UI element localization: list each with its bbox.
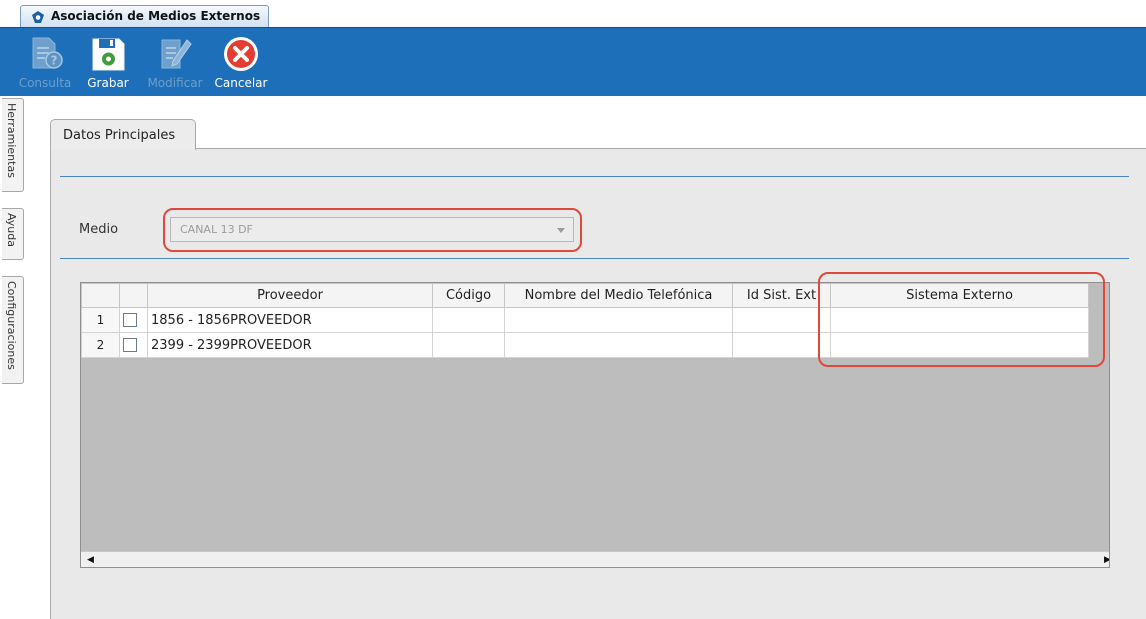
side-tab-herramientas[interactable]: Herramientas [2, 98, 24, 192]
cancelar-button[interactable]: Cancelar [211, 34, 271, 90]
cancelar-label: Cancelar [214, 76, 268, 90]
nombre-medio-cell[interactable] [504, 307, 733, 333]
table-header-row: Proveedor Código Nombre del Medio Telefó… [81, 283, 1089, 308]
side-tab-label: Configuraciones [5, 281, 18, 370]
document-tab-title: Asociación de Medios Externos [51, 9, 261, 23]
medio-select[interactable]: CANAL 13 DF [170, 217, 574, 242]
document-tab[interactable]: Asociación de Medios Externos [20, 5, 270, 28]
row-select-cell [119, 307, 148, 333]
row-number: 2 [81, 332, 120, 358]
proveedores-grid: Proveedor Código Nombre del Medio Telefó… [80, 282, 1110, 568]
codigo-cell[interactable] [432, 307, 505, 333]
modificar-label: Modificar [147, 76, 203, 90]
modificar-button[interactable]: Modificar [145, 34, 205, 90]
scroll-left-icon[interactable]: ◀ [82, 552, 99, 567]
save-icon [92, 38, 125, 71]
separator [60, 176, 1129, 177]
column-header-sistema-externo[interactable]: Sistema Externo [830, 283, 1089, 308]
side-tab-ayuda[interactable]: Ayuda [2, 208, 24, 260]
proveedor-cell[interactable]: 2399 - 2399PROVEEDOR [147, 332, 433, 358]
scroll-right-icon[interactable]: ▶ [1099, 552, 1109, 567]
document-tab-strip: Asociación de Medios Externos [0, 0, 1146, 28]
consulta-icon: ? [32, 37, 63, 69]
medio-label: Medio [79, 222, 119, 237]
edit-icon [161, 39, 192, 69]
row-number: 1 [81, 307, 120, 333]
nombre-medio-cell[interactable] [504, 332, 733, 358]
table-row[interactable]: 2 2399 - 2399PROVEEDOR [81, 332, 1089, 358]
side-tab-label: Ayuda [5, 213, 18, 247]
tab-datos-principales[interactable]: Datos Principales [50, 119, 196, 150]
consulta-button[interactable]: ? Consulta [15, 34, 75, 90]
app-logo-icon [32, 11, 44, 23]
column-header-id-sist-ext[interactable]: Id Sist. Ext [732, 283, 831, 308]
side-tab-configuraciones[interactable]: Configuraciones [2, 276, 24, 384]
grabar-label: Grabar [87, 76, 129, 90]
codigo-cell[interactable] [432, 332, 505, 358]
proveedor-cell[interactable]: 1856 - 1856PROVEEDOR [147, 307, 433, 333]
side-tab-label: Herramientas [5, 103, 18, 178]
sistema-externo-cell[interactable] [830, 307, 1089, 333]
column-header-nombre-medio[interactable]: Nombre del Medio Telefónica [504, 283, 733, 308]
grabar-button[interactable]: Grabar [78, 34, 138, 90]
row-number-header [81, 283, 120, 308]
column-header-proveedor[interactable]: Proveedor [147, 283, 433, 308]
consulta-label: Consulta [18, 76, 72, 90]
medio-value: CANAL 13 DF [180, 223, 253, 236]
tab-label: Datos Principales [63, 128, 176, 143]
cancel-icon [224, 37, 258, 71]
table-row[interactable]: 1 1856 - 1856PROVEEDOR [81, 307, 1089, 333]
row-select-cell [119, 332, 148, 358]
sistema-externo-cell[interactable] [830, 332, 1089, 358]
select-header [119, 283, 148, 308]
main-content: Datos Principales Medio CANAL 13 DF Prov… [26, 96, 1146, 619]
column-header-codigo[interactable]: Código [432, 283, 505, 308]
chevron-down-icon [557, 228, 565, 233]
separator [60, 258, 1129, 259]
horizontal-scrollbar[interactable]: ◀ ▶ [81, 551, 1109, 567]
id-sist-ext-cell[interactable] [732, 307, 831, 333]
row-checkbox[interactable] [123, 338, 137, 352]
side-tab-panel: Herramientas Ayuda Configuraciones [0, 96, 26, 619]
row-checkbox[interactable] [123, 313, 137, 327]
proveedores-table: Proveedor Código Nombre del Medio Telefó… [81, 283, 1089, 358]
toolbar: ? Consulta Grabar Modificar Cancelar [0, 27, 1146, 96]
svg-text:?: ? [51, 54, 58, 68]
id-sist-ext-cell[interactable] [732, 332, 831, 358]
